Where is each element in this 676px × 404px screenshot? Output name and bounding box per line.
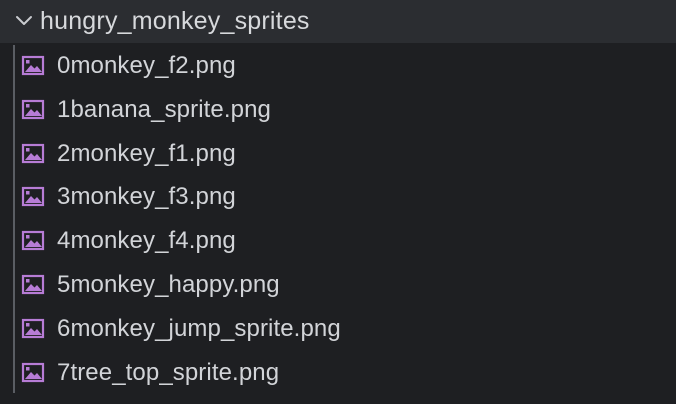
file-label: 6monkey_jump_sprite.png [57, 314, 341, 342]
file-item-0monkey-f2[interactable]: 0monkey_f2.png [0, 44, 676, 88]
image-file-icon [21, 55, 45, 76]
file-item-2monkey-f1[interactable]: 2monkey_f1.png [0, 132, 676, 176]
image-file-icon [21, 318, 45, 338]
file-label: 3monkey_f3.png [57, 183, 236, 211]
image-file-icon [21, 187, 45, 207]
file-label: 1banana_sprite.png [57, 95, 271, 123]
file-label: 4monkey_f4.png [57, 227, 236, 255]
chevron-down-icon[interactable] [15, 12, 33, 30]
file-list: 0monkey_f2.png 1banana_sprite.png 2monke… [0, 44, 676, 394]
file-label: 0monkey_f2.png [57, 52, 236, 79]
image-file-icon [21, 143, 45, 163]
image-file-icon [21, 362, 45, 382]
file-item-5monkey-happy[interactable]: 5monkey_happy.png [0, 263, 676, 307]
file-item-1banana-sprite[interactable]: 1banana_sprite.png [0, 88, 676, 132]
folder-name: hungry_monkey_sprites [40, 7, 310, 35]
file-explorer: hungry_monkey_sprites 0monkey_f2.png 1ba… [0, 0, 676, 404]
image-file-icon [21, 274, 45, 295]
file-item-4monkey-f4[interactable]: 4monkey_f4.png [0, 219, 676, 263]
folder-header-hungry-monkey-sprites[interactable]: hungry_monkey_sprites [0, 0, 676, 43]
file-label: 5monkey_happy.png [57, 270, 280, 298]
file-item-3monkey-f3[interactable]: 3monkey_f3.png [0, 175, 676, 219]
file-label: 2monkey_f1.png [57, 139, 236, 167]
image-file-icon [21, 99, 45, 119]
file-item-6monkey-jump-sprite[interactable]: 6monkey_jump_sprite.png [0, 307, 676, 351]
file-label: 7tree_top_sprite.png [57, 358, 280, 386]
image-file-icon [21, 231, 45, 251]
file-item-7tree-top-sprite[interactable]: 7tree_top_sprite.png [0, 351, 676, 395]
